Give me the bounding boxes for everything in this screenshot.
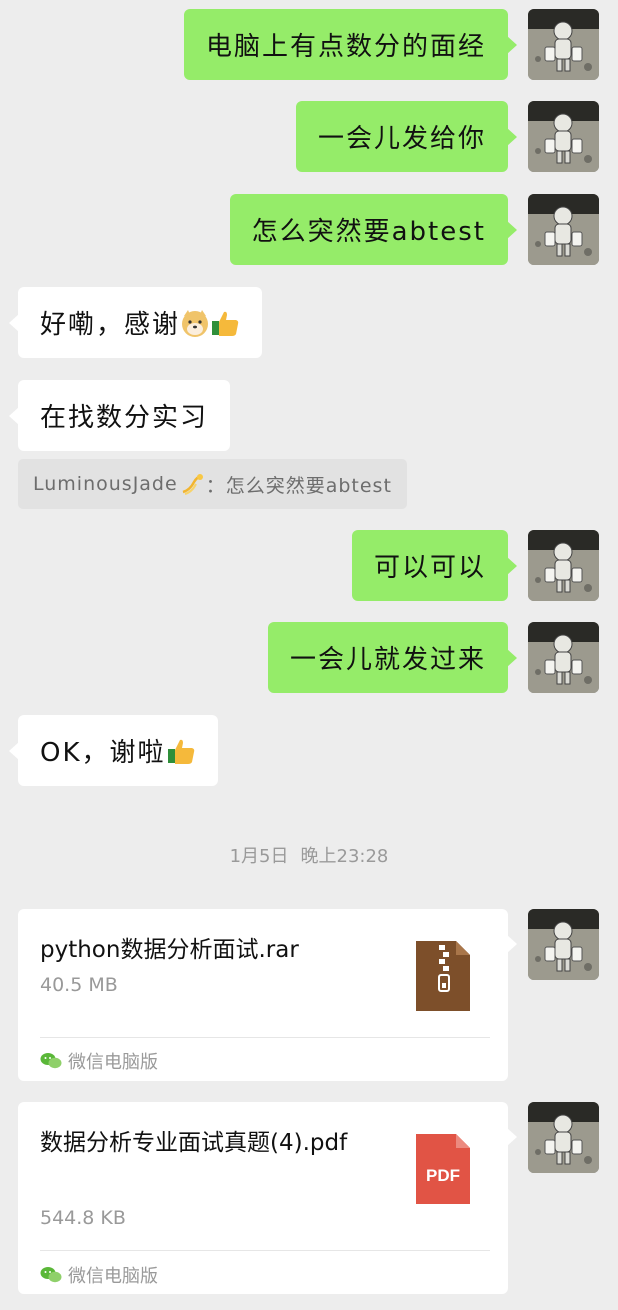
divider — [40, 1037, 490, 1038]
avatar[interactable] — [528, 9, 599, 80]
message-bubble[interactable]: 怎么突然要abtest — [229, 194, 518, 265]
zip-archive-icon — [416, 941, 470, 1011]
dizzy-emoji-icon — [182, 474, 203, 495]
file-name: 数据分析专业面试真题(4).pdf — [40, 1130, 348, 1156]
thumbs-up-icon — [167, 739, 194, 764]
file-source: 微信电脑版 — [40, 1262, 158, 1288]
file-source-label: 微信电脑版 — [68, 1052, 158, 1073]
quoted-message[interactable]: LuminousJade ： 怎么突然要abtest — [18, 459, 407, 509]
file-source: 微信电脑版 — [40, 1048, 158, 1074]
thumbs-up-icon — [212, 311, 239, 336]
message-bubble[interactable]: 好嘞，感谢 — [8, 287, 263, 358]
avatar[interactable] — [528, 530, 599, 601]
wechat-icon — [40, 1267, 62, 1283]
file-source-label: 微信电脑版 — [68, 1266, 158, 1287]
message-text: 一会儿发给你 — [317, 124, 486, 154]
avatar[interactable] — [528, 622, 599, 693]
message-bubble[interactable]: OK，谢啦 — [9, 715, 218, 786]
message-bubble[interactable]: 电脑上有点数分的面经 — [183, 9, 518, 80]
quoted-text: 怎么突然要abtest — [225, 474, 392, 497]
message-text: 好嘞，感谢 — [40, 310, 181, 340]
astronaut-avatar-icon — [528, 1102, 599, 1173]
doge-emoji-icon — [182, 309, 209, 337]
file-message[interactable]: 数据分析专业面试真题(4).pdf 544.8 KB PDF 微信电脑版 — [18, 1102, 517, 1294]
message-bubble[interactable]: 一会儿就发过来 — [267, 622, 518, 693]
astronaut-avatar-icon — [528, 530, 599, 601]
message-text: 怎么突然要abtest — [251, 217, 486, 247]
astronaut-avatar-icon — [528, 194, 599, 265]
avatar[interactable] — [528, 101, 599, 172]
quote-separator: ： — [205, 474, 226, 497]
file-size: 40.5 MB — [40, 974, 118, 996]
timestamp-time: 晚上23:28 — [300, 846, 389, 867]
chat-view: 电脑上有点数分的面经 一会儿发给你 怎么突然要abtest 好嘞，感谢 在找数分… — [0, 0, 618, 1310]
file-size: 544.8 KB — [40, 1207, 126, 1229]
message-text: OK，谢啦 — [40, 738, 166, 768]
pdf-label: PDF — [426, 1166, 460, 1185]
astronaut-avatar-icon — [528, 9, 599, 80]
message-text: 一会儿就发过来 — [289, 645, 486, 675]
avatar[interactable] — [528, 909, 599, 980]
avatar[interactable] — [528, 194, 599, 265]
astronaut-avatar-icon — [528, 622, 599, 693]
timestamp-date: 1月5日 — [229, 846, 289, 867]
file-message[interactable]: python数据分析面试.rar 40.5 MB 微信电脑版 — [18, 909, 517, 1081]
quoted-sender: LuminousJade — [33, 473, 178, 495]
message-text: 在找数分实习 — [40, 403, 209, 433]
message-text: 电脑上有点数分的面经 — [205, 32, 486, 62]
pdf-icon: PDF — [416, 1134, 470, 1204]
file-name: python数据分析面试.rar — [40, 937, 299, 963]
message-bubble[interactable]: 可以可以 — [351, 530, 518, 601]
message-bubble[interactable]: 在找数分实习 — [8, 380, 231, 451]
astronaut-avatar-icon — [528, 101, 599, 172]
wechat-icon — [40, 1053, 62, 1069]
avatar[interactable] — [528, 1102, 599, 1173]
astronaut-avatar-icon — [528, 909, 599, 980]
timestamp: 1月5日 晚上23:28 — [0, 842, 618, 868]
message-text: 可以可以 — [373, 553, 486, 583]
divider — [40, 1250, 490, 1251]
message-bubble[interactable]: 一会儿发给你 — [295, 101, 518, 172]
